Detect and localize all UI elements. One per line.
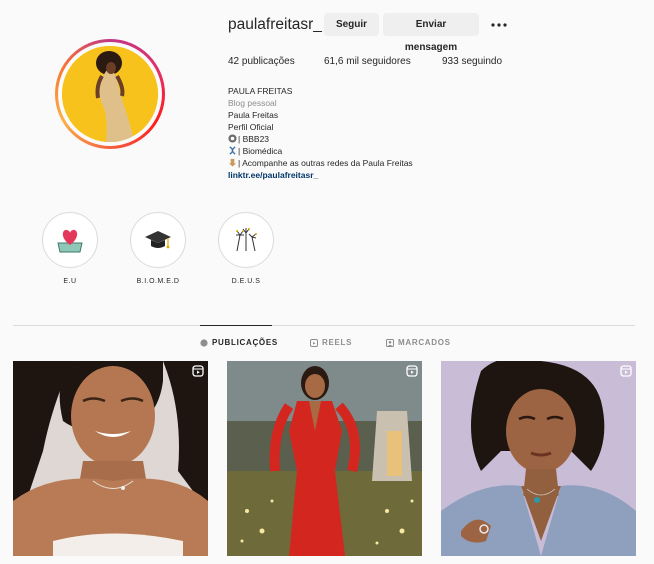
post-photo bbox=[441, 361, 636, 556]
tab-label: MARCADOS bbox=[398, 338, 451, 347]
tagged-icon bbox=[386, 338, 394, 347]
followers-count[interactable]: 61,6 mil seguidores bbox=[324, 56, 411, 67]
profile-avatar-ring[interactable] bbox=[55, 39, 165, 149]
tab-publicacoes[interactable]: PUBLICAÇÕES bbox=[200, 338, 278, 347]
tab-reels[interactable]: REELS bbox=[310, 338, 352, 347]
posts-count: 42 publicações bbox=[228, 56, 295, 67]
tabs-divider bbox=[13, 325, 635, 326]
reel-badge-icon bbox=[406, 365, 418, 377]
post-photo bbox=[227, 361, 422, 556]
profile-username: paulafreitasr_ bbox=[228, 16, 322, 33]
heart-box-icon bbox=[57, 229, 83, 253]
bio-category: Blog pessoal bbox=[228, 98, 277, 108]
bio-line-biomed: | Biomédica bbox=[228, 146, 282, 156]
post-photo bbox=[13, 361, 208, 556]
grid-icon bbox=[200, 338, 208, 347]
bio-line-name: Paula Freitas bbox=[228, 110, 279, 120]
follow-button[interactable]: Seguir bbox=[324, 13, 379, 36]
reel-badge-icon bbox=[192, 365, 204, 377]
bio-line-bbb: | BBB23 bbox=[228, 134, 269, 144]
eye-emoji-icon bbox=[228, 134, 237, 143]
active-tab-indicator bbox=[200, 325, 272, 326]
following-count[interactable]: 933 seguindo bbox=[442, 56, 502, 67]
fireworks-icon bbox=[236, 228, 257, 252]
pointing-down-emoji-icon bbox=[228, 158, 237, 167]
bio-biomed-text: | Biomédica bbox=[238, 146, 283, 156]
bio-full-name: PAULA FREITAS bbox=[228, 86, 293, 96]
reel-badge-icon bbox=[620, 365, 632, 377]
highlight-label: D.E.U.S bbox=[231, 278, 261, 285]
send-message-button[interactable]: Enviar mensagem bbox=[383, 13, 479, 53]
post-thumbnail[interactable] bbox=[441, 361, 636, 556]
more-options-icon[interactable] bbox=[490, 18, 508, 32]
graduation-cap-icon bbox=[145, 231, 171, 249]
avatar[interactable] bbox=[62, 46, 158, 142]
dna-emoji-icon bbox=[229, 146, 236, 155]
bio-bbb-text: | BBB23 bbox=[238, 134, 270, 144]
reels-icon bbox=[310, 338, 318, 347]
highlight-deus[interactable]: D.E.U.S bbox=[218, 212, 274, 285]
highlight-cover bbox=[42, 212, 98, 268]
bio-line-networks: | Acompanhe as outras redes da Paula Fre… bbox=[228, 158, 413, 168]
highlight-cover bbox=[218, 212, 274, 268]
highlight-label: B.I.O.M.E.D bbox=[136, 278, 180, 285]
bio-line-official: Perfil Oficial bbox=[228, 122, 274, 132]
tab-label: PUBLICAÇÕES bbox=[212, 338, 278, 347]
tab-label: REELS bbox=[322, 338, 353, 347]
tab-marcados[interactable]: MARCADOS bbox=[386, 338, 451, 347]
highlight-biomed[interactable]: B.I.O.M.E.D bbox=[130, 212, 186, 285]
post-thumbnail[interactable] bbox=[227, 361, 422, 556]
highlight-eu[interactable]: E.U bbox=[42, 212, 98, 285]
bio-external-link[interactable]: linktr.ee/paulafreitasr_ bbox=[228, 170, 318, 180]
avatar-photo bbox=[62, 46, 158, 142]
post-thumbnail[interactable] bbox=[13, 361, 208, 556]
avatar-gap bbox=[58, 42, 162, 146]
highlight-cover bbox=[130, 212, 186, 268]
bio-networks-text: | Acompanhe as outras redes da Paula Fre… bbox=[238, 158, 413, 168]
highlight-label: E.U bbox=[63, 278, 77, 285]
